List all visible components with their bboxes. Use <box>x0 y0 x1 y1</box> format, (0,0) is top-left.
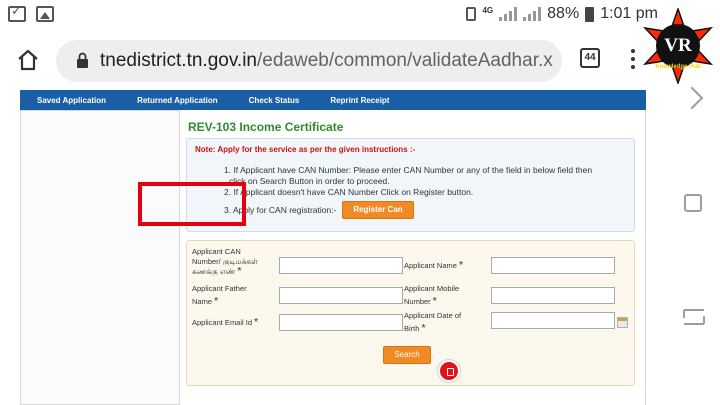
top-navigation: Saved Application Returned Application C… <box>20 90 646 110</box>
status-bar: 4G 88% 1:01 pm <box>0 0 720 30</box>
lock-icon <box>77 52 88 68</box>
mobile-number-input[interactable] <box>491 287 615 304</box>
channel-logo: VR Knowledge Hub <box>642 8 714 84</box>
nav-saved-application[interactable]: Saved Application <box>37 96 106 105</box>
instruction-1-cont: click on Search Button in order to proce… <box>229 176 390 186</box>
battery-percent: 88% <box>547 5 580 22</box>
web-page: Saved Application Returned Application C… <box>0 90 662 405</box>
can-number-label: Applicant CAN Number/ குடிமக்கள் கணக்கு … <box>192 247 258 277</box>
url-host: tnedistrict.tn.gov.in <box>100 50 258 71</box>
email-input[interactable] <box>279 314 403 331</box>
recent-apps-icon[interactable] <box>682 308 706 326</box>
android-nav-bar <box>662 86 720 405</box>
search-button[interactable]: Search <box>383 346 431 364</box>
main-content: REV-103 Income Certificate Note: Apply f… <box>180 110 646 405</box>
father-name-label: Applicant Father Name * <box>192 284 247 307</box>
home-icon[interactable] <box>16 48 40 72</box>
applicant-name-input[interactable] <box>491 257 615 274</box>
note-title: Note: Apply for the service as per the g… <box>195 145 416 154</box>
overflow-menu-icon[interactable] <box>630 49 636 71</box>
dob-label: Applicant Date of Birth * <box>404 311 462 334</box>
father-name-input[interactable] <box>279 287 403 304</box>
battery-icon <box>585 6 595 22</box>
nav-reprint-receipt[interactable]: Reprint Receipt <box>330 96 389 105</box>
instruction-1: 1. If Applicant have CAN Number: Please … <box>224 165 593 175</box>
touch-indicator <box>438 360 460 382</box>
applicant-name-label: Applicant Name * <box>404 260 463 271</box>
can-number-input[interactable] <box>279 257 403 274</box>
tab-switcher-button[interactable]: 44 <box>580 48 600 68</box>
calendar-icon[interactable] <box>617 317 628 328</box>
back-icon[interactable] <box>680 86 704 110</box>
url-path: /edaweb/common/validateAadhar.x <box>257 50 553 71</box>
logo-text: VR <box>664 35 692 56</box>
mobile-number-label: Applicant Mobile Number * <box>404 284 460 307</box>
nav-returned-application[interactable]: Returned Application <box>137 96 218 105</box>
left-sidebar <box>20 110 180 405</box>
logo-subtext: Knowledge Hub <box>655 64 701 70</box>
home-square-icon[interactable] <box>684 194 702 212</box>
instruction-2: 2. If Applicant doesn't have CAN Number … <box>224 187 474 197</box>
status-indicators: 4G 88% 1:01 pm <box>466 5 658 23</box>
instructions-box: Note: Apply for the service as per the g… <box>186 138 635 232</box>
address-bar[interactable]: tnedistrict.tn.gov.in/edaweb/common/vali… <box>56 40 562 82</box>
image-notification-icon <box>36 6 54 22</box>
signal-icon <box>499 7 518 21</box>
register-can-button[interactable]: Register Can <box>342 201 414 219</box>
network-type: 4G <box>482 5 494 15</box>
dob-input[interactable] <box>491 312 615 329</box>
register-highlight-box <box>138 182 246 226</box>
email-label: Applicant Email Id * <box>192 317 259 328</box>
nav-check-status[interactable]: Check Status <box>249 96 300 105</box>
notification-icons <box>8 4 54 22</box>
vibrate-icon <box>466 7 477 21</box>
browser-toolbar: tnedistrict.tn.gov.in/edaweb/common/vali… <box>0 30 720 90</box>
check-notification-icon <box>8 4 26 22</box>
page-title: REV-103 Income Certificate <box>188 120 344 134</box>
search-form: Applicant CAN Number/ குடிமக்கள் கணக்கு … <box>186 240 635 386</box>
url-text[interactable]: tnedistrict.tn.gov.in/edaweb/common/vali… <box>100 50 556 72</box>
signal-icon-2 <box>523 7 542 21</box>
